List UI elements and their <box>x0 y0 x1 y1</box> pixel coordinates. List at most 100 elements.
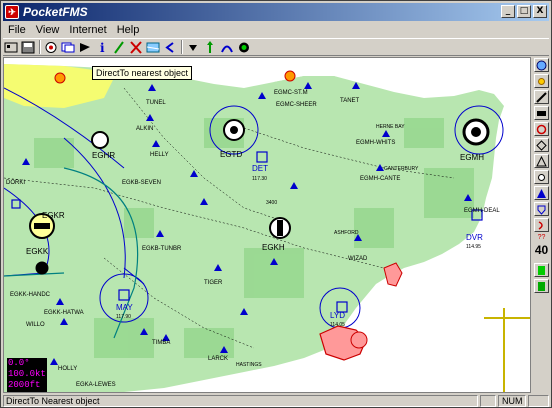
label-tanet: TANET <box>340 98 360 104</box>
zoom-in-icon[interactable] <box>534 263 549 277</box>
svg-text:i: i <box>100 41 105 54</box>
app-window: ✈ PocketFMS _ □ X File View Internet Hel… <box>0 0 552 408</box>
diamond-icon[interactable] <box>534 138 549 152</box>
label-holly: HOLLY <box>58 366 77 372</box>
label-canterbury: CANTERBURY <box>384 166 419 172</box>
map-canvas[interactable]: EGMC-ST.M EGMC-SHEER TANET EGTD DET 117.… <box>4 58 531 393</box>
runway-icon[interactable] <box>534 106 549 120</box>
label-helly: HELLY <box>150 152 169 158</box>
menu-internet[interactable]: Internet <box>64 24 111 36</box>
status-message: DirectTo Nearest object <box>3 394 479 407</box>
label-may: MAY <box>116 303 133 312</box>
menu-file[interactable]: File <box>3 24 31 36</box>
status-bar: DirectTo Nearest object NUM <box>3 394 549 407</box>
minimize-button[interactable]: _ <box>501 5 515 18</box>
circle-red-icon[interactable] <box>534 122 549 136</box>
label-egmh-cante: EGMH-CANTE <box>360 176 400 182</box>
label-timba: TIMBA <box>152 340 170 346</box>
waypoint-icon[interactable] <box>77 40 93 55</box>
open-route-icon[interactable] <box>3 40 19 55</box>
label-wizad: WIZAD <box>348 256 368 262</box>
egkk-airport-icon[interactable] <box>35 261 49 275</box>
back-icon[interactable] <box>162 40 178 55</box>
label-ashford: ASHFORD <box>334 230 359 236</box>
label-tiger: TIGER <box>204 280 223 286</box>
star-icon[interactable] <box>534 170 549 184</box>
label-willo: WILLO <box>26 322 45 328</box>
egmh-airport-icon[interactable] <box>462 118 490 146</box>
label-egmc-st-m: EGMC-ST.M <box>274 90 308 96</box>
route-list-icon[interactable] <box>60 40 76 55</box>
label-larck: LARCK <box>208 356 228 362</box>
label-dvr: DVR <box>466 233 483 242</box>
menu-view[interactable]: View <box>31 24 65 36</box>
label-alkin: ALKIN <box>136 126 153 132</box>
label-eghr: EGHR <box>92 151 115 160</box>
eghr-airport-icon[interactable] <box>91 131 109 149</box>
label-egkb-tunbr: EGKB-TUNBR <box>142 246 182 252</box>
label-herne-bay: HERNE BAY <box>376 124 405 130</box>
label-egkh-alt: 3400 <box>266 200 277 206</box>
label-egmc-sheer: EGMC-SHEER <box>276 102 317 108</box>
label-egtd: EGTD <box>220 150 242 159</box>
info-icon[interactable]: i <box>94 40 110 55</box>
toolbar: i <box>3 38 549 56</box>
speed-value: 100.0kt <box>8 369 46 379</box>
label-egka-lewes: EGKA-LEWES <box>76 382 116 388</box>
label-egkr: EGKR <box>42 211 65 220</box>
label-egkk-handc: EGKK-HANDC <box>10 292 51 298</box>
label-egkk-hatwa: EGKK-HATWA <box>44 310 84 316</box>
gps-icon[interactable] <box>43 40 59 55</box>
save-route-icon[interactable] <box>20 40 36 55</box>
status-empty-cell <box>528 394 549 407</box>
status-empty-cell <box>480 394 496 407</box>
app-icon[interactable]: ✈ <box>5 5 19 19</box>
plane-icon[interactable] <box>534 90 549 104</box>
close-button[interactable]: X <box>533 5 547 18</box>
globe-icon[interactable] <box>534 58 549 72</box>
direct-to-icon[interactable] <box>202 40 218 55</box>
status-num-indicator: NUM <box>497 394 527 407</box>
label-hastings: HASTINGS <box>236 362 262 368</box>
delete-icon[interactable] <box>128 40 144 55</box>
label-tunel: TUNEL <box>146 100 166 106</box>
maximize-button[interactable]: □ <box>517 5 531 18</box>
pencil-icon[interactable] <box>111 40 127 55</box>
menu-bar: File View Internet Help <box>3 22 549 37</box>
menu-help[interactable]: Help <box>112 24 145 36</box>
map-tools-sidebar: ?? 40 <box>532 57 551 393</box>
target-icon[interactable] <box>236 40 252 55</box>
tooltip: DirectTo nearest object <box>92 66 193 80</box>
label-egmh-whits: EGMH-WHITS <box>356 140 395 146</box>
zoom-out-icon[interactable] <box>534 279 549 293</box>
triangle-blue-icon[interactable] <box>534 186 549 200</box>
arc-icon[interactable] <box>219 40 235 55</box>
altitude-value: 2000ft <box>8 380 41 390</box>
hook-icon[interactable] <box>534 218 549 232</box>
label-lyd-freq: 114.05 <box>330 322 345 328</box>
label-dorki: DORKI <box>6 180 25 186</box>
label-dvr-freq: 114.95 <box>466 244 481 250</box>
scale-label: ?? <box>537 234 546 241</box>
label-egmh-deal: EGMH-DEAL <box>464 208 500 214</box>
egkh-airport-icon[interactable] <box>269 217 291 239</box>
dropdown-icon[interactable] <box>185 40 201 55</box>
label-may-freq: 117.90 <box>116 314 131 320</box>
window-title: PocketFMS <box>23 5 88 19</box>
label-lyd: LYD <box>330 311 345 320</box>
zoom-level: 40 <box>533 243 550 261</box>
egtd-airport-icon[interactable] <box>223 119 245 141</box>
shield-icon[interactable] <box>534 202 549 216</box>
triangle-outline-icon[interactable] <box>534 154 549 168</box>
label-egkh: EGKH <box>262 243 285 252</box>
title-bar[interactable]: ✈ PocketFMS _ □ X <box>3 3 549 21</box>
label-det: DET <box>252 164 268 173</box>
label-egkb-seven: EGKB-SEVEN <box>122 180 161 186</box>
map-view-icon[interactable] <box>145 40 161 55</box>
map-view[interactable]: EGMC-ST.M EGMC-SHEER TANET EGTD DET 117.… <box>3 57 531 393</box>
toolbar-separator <box>181 40 183 54</box>
toolbar-separator <box>39 40 41 54</box>
heading-value: 0.0° <box>8 358 30 368</box>
flight-info-panel: 0.0° 100.0kt 2000ft <box>7 358 47 392</box>
sun-icon[interactable] <box>534 74 549 88</box>
